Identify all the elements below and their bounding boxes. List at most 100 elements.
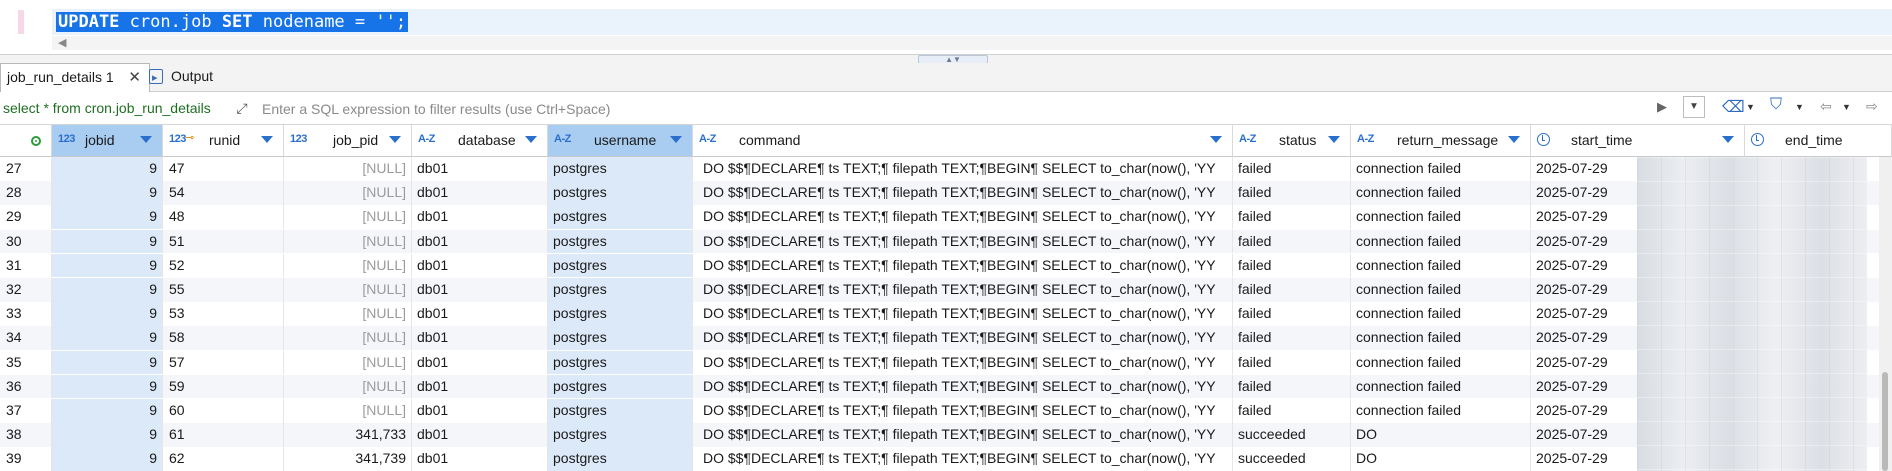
cell-job-pid[interactable]: [NULL] xyxy=(284,350,412,375)
cell-database[interactable]: db01 xyxy=(412,229,548,254)
cell-command[interactable]: DO $$¶DECLARE¶ ts TEXT;¶ filepath TEXT;¶… xyxy=(693,278,1233,302)
expand-icon[interactable]: ⤢ xyxy=(233,99,251,117)
source-query-label[interactable]: select * from cron.job_run_details xyxy=(3,92,211,124)
table-row[interactable]: 37 9 60 [NULL] db01 postgres DO $$¶DECLARE¶ ts… xyxy=(0,399,1892,423)
column-header-status[interactable]: A-Z status xyxy=(1233,125,1351,157)
cell-return-message[interactable]: connection failed xyxy=(1351,302,1531,326)
sort-filter-icon[interactable] xyxy=(389,136,401,143)
cell-username[interactable]: postgres xyxy=(548,399,693,423)
cell-return-message[interactable]: connection failed xyxy=(1351,205,1531,229)
tab-job-run-details[interactable]: job_run_details 1 ✕ xyxy=(0,63,150,92)
apply-filter-icon[interactable]: ▶ xyxy=(1657,99,1667,115)
cell-database[interactable]: db01 xyxy=(412,350,548,375)
cell-command[interactable]: DO $$¶DECLARE¶ ts TEXT;¶ filepath TEXT;¶… xyxy=(693,350,1233,375)
cell-return-message[interactable]: connection failed xyxy=(1351,157,1531,181)
close-icon[interactable]: ✕ xyxy=(128,64,141,91)
cell-status[interactable]: failed xyxy=(1233,253,1351,278)
sql-statement[interactable]: UPDATE cron.job SET nodename = ''; xyxy=(56,12,409,32)
row-number[interactable]: 35 xyxy=(0,350,52,375)
column-header-username[interactable]: A-Z username xyxy=(548,125,693,157)
cell-job-pid[interactable]: [NULL] xyxy=(284,157,412,181)
cell-return-message[interactable]: DO xyxy=(1351,447,1531,471)
sort-filter-icon[interactable] xyxy=(1210,136,1222,143)
cell-jobid[interactable]: 9 xyxy=(52,399,163,423)
cell-command[interactable]: DO $$¶DECLARE¶ ts TEXT;¶ filepath TEXT;¶… xyxy=(693,302,1233,326)
cell-runid[interactable]: 57 xyxy=(163,350,284,375)
column-header-start-time[interactable]: start_time xyxy=(1531,125,1745,157)
cell-runid[interactable]: 52 xyxy=(163,253,284,278)
cell-job-pid[interactable]: [NULL] xyxy=(284,326,412,350)
cell-database[interactable]: db01 xyxy=(412,205,548,229)
cell-job-pid[interactable]: [NULL] xyxy=(284,253,412,278)
cell-username[interactable]: postgres xyxy=(548,350,693,375)
cell-database[interactable]: db01 xyxy=(412,253,548,278)
cell-jobid[interactable]: 9 xyxy=(52,157,163,181)
cell-status[interactable]: failed xyxy=(1233,350,1351,375)
sql-editor[interactable]: UPDATE cron.job SET nodename = ''; ◀ xyxy=(0,0,1892,52)
cell-username[interactable]: postgres xyxy=(548,302,693,326)
cell-database[interactable]: db01 xyxy=(412,399,548,423)
cell-jobid[interactable]: 9 xyxy=(52,447,163,471)
cell-jobid[interactable]: 9 xyxy=(52,350,163,375)
grid-vertical-scrollbar[interactable] xyxy=(1879,157,1892,471)
cell-username[interactable]: postgres xyxy=(548,374,693,399)
sort-filter-icon[interactable] xyxy=(670,136,682,143)
cell-runid[interactable]: 51 xyxy=(163,229,284,254)
filter-funnel-icon[interactable]: ⛉ xyxy=(1770,96,1782,114)
cell-job-pid[interactable]: [NULL] xyxy=(284,399,412,423)
row-number[interactable]: 32 xyxy=(0,278,52,302)
cell-command[interactable]: DO $$¶DECLARE¶ ts TEXT;¶ filepath TEXT;¶… xyxy=(693,253,1233,278)
cell-username[interactable]: postgres xyxy=(548,229,693,254)
cell-database[interactable]: db01 xyxy=(412,157,548,181)
cell-database[interactable]: db01 xyxy=(412,302,548,326)
cell-database[interactable]: db01 xyxy=(412,423,548,447)
cell-jobid[interactable]: 9 xyxy=(52,205,163,229)
cell-job-pid[interactable]: [NULL] xyxy=(284,205,412,229)
cell-command[interactable]: DO $$¶DECLARE¶ ts TEXT;¶ filepath TEXT;¶… xyxy=(693,423,1233,447)
cell-jobid[interactable]: 9 xyxy=(52,423,163,447)
cell-jobid[interactable]: 9 xyxy=(52,229,163,254)
filter-history-button[interactable]: ▼ xyxy=(1683,96,1705,118)
table-row[interactable]: 36 9 59 [NULL] db01 postgres DO $$¶DECLARE¶ ts… xyxy=(0,374,1892,399)
cell-command[interactable]: DO $$¶DECLARE¶ ts TEXT;¶ filepath TEXT;¶… xyxy=(693,374,1233,399)
cell-return-message[interactable]: connection failed xyxy=(1351,253,1531,278)
cell-job-pid[interactable]: [NULL] xyxy=(284,302,412,326)
cell-username[interactable]: postgres xyxy=(548,157,693,181)
cell-database[interactable]: db01 xyxy=(412,326,548,350)
column-header-database[interactable]: A-Z database xyxy=(412,125,548,157)
cell-return-message[interactable]: connection failed xyxy=(1351,350,1531,375)
cell-username[interactable]: postgres xyxy=(548,447,693,471)
row-number[interactable]: 29 xyxy=(0,205,52,229)
cell-command[interactable]: DO $$¶DECLARE¶ ts TEXT;¶ filepath TEXT;¶… xyxy=(693,181,1233,205)
sort-filter-icon[interactable] xyxy=(140,136,152,143)
table-row[interactable]: 34 9 58 [NULL] db01 postgres DO $$¶DECLARE¶ ts… xyxy=(0,326,1892,350)
row-number[interactable]: 39 xyxy=(0,447,52,471)
cell-jobid[interactable]: 9 xyxy=(52,326,163,350)
cell-runid[interactable]: 48 xyxy=(163,205,284,229)
cell-runid[interactable]: 54 xyxy=(163,181,284,205)
sort-filter-icon[interactable] xyxy=(261,136,273,143)
row-number[interactable]: 36 xyxy=(0,374,52,399)
cell-job-pid[interactable]: [NULL] xyxy=(284,229,412,254)
row-number[interactable]: 34 xyxy=(0,326,52,350)
row-number[interactable]: 27 xyxy=(0,157,52,181)
row-number-header[interactable] xyxy=(0,125,52,157)
editor-horizontal-scrollbar[interactable] xyxy=(52,36,1892,50)
cell-jobid[interactable]: 9 xyxy=(52,302,163,326)
cell-database[interactable]: db01 xyxy=(412,278,548,302)
cell-command[interactable]: DO $$¶DECLARE¶ ts TEXT;¶ filepath TEXT;¶… xyxy=(693,326,1233,350)
cell-database[interactable]: db01 xyxy=(412,181,548,205)
row-number[interactable]: 30 xyxy=(0,229,52,254)
cell-runid[interactable]: 59 xyxy=(163,374,284,399)
row-number[interactable]: 33 xyxy=(0,302,52,326)
column-header-command[interactable]: A-Z command xyxy=(693,125,1233,157)
cell-status[interactable]: failed xyxy=(1233,278,1351,302)
cell-job-pid[interactable]: [NULL] xyxy=(284,278,412,302)
cell-return-message[interactable]: connection failed xyxy=(1351,374,1531,399)
cell-job-pid[interactable]: 341,733 xyxy=(284,423,412,447)
table-row[interactable]: 32 9 55 [NULL] db01 postgres DO $$¶DECLARE¶ ts… xyxy=(0,278,1892,302)
cell-username[interactable]: postgres xyxy=(548,205,693,229)
cell-status[interactable]: failed xyxy=(1233,326,1351,350)
cell-command[interactable]: DO $$¶DECLARE¶ ts TEXT;¶ filepath TEXT;¶… xyxy=(693,399,1233,423)
cell-return-message[interactable]: connection failed xyxy=(1351,229,1531,254)
